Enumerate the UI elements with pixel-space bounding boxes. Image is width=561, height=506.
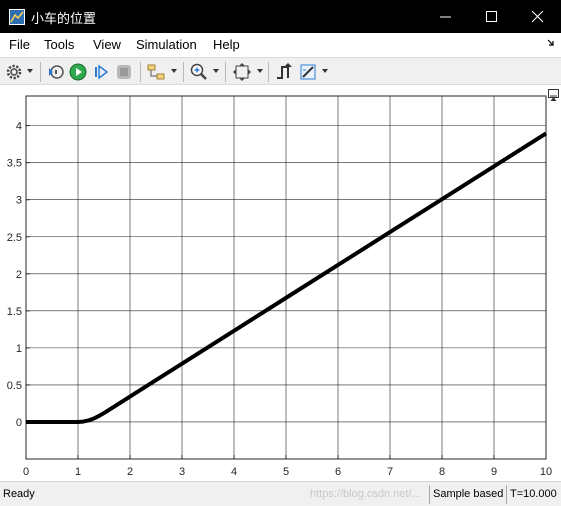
minimize-button[interactable] (423, 0, 469, 33)
y-tick-label: 1.5 (7, 306, 22, 318)
x-tick-label: 5 (283, 466, 289, 478)
highlight-dropdown-icon[interactable] (171, 69, 177, 73)
settings-dropdown-icon[interactable] (27, 69, 33, 73)
toolbar-separator (225, 62, 226, 82)
scope-plot-area: 0 1 2 3 4 5 6 7 8 9 10 0 0.5 1 1.5 2 2.5 3 3.5 4 (0, 86, 561, 481)
stop-icon[interactable] (114, 62, 134, 82)
toolbar-separator (268, 62, 269, 82)
window-title: 小车的位置 (31, 12, 97, 27)
y-tick-label: 1 (16, 343, 22, 355)
menu-file[interactable]: File (9, 37, 30, 52)
x-tick-label: 9 (491, 466, 497, 478)
maximize-icon (486, 11, 497, 22)
x-tick-label: 7 (387, 466, 393, 478)
settings-icon[interactable] (4, 62, 24, 82)
menu-bar: File Tools View Simulation Help (0, 33, 561, 57)
x-tick-label: 4 (231, 466, 237, 478)
y-tick-label: 2.5 (7, 232, 22, 244)
zoom-in-icon[interactable] (189, 62, 209, 82)
zoom-dropdown-icon[interactable] (213, 69, 219, 73)
menu-tools[interactable]: Tools (44, 37, 74, 52)
measurements-dropdown-icon[interactable] (322, 69, 328, 73)
watermark-text: https://blog.csdn.net/... (310, 488, 421, 500)
dock-arrow-icon[interactable] (547, 39, 555, 47)
toolbar (0, 57, 561, 85)
y-tick-label: 2 (16, 269, 22, 281)
triggers-icon[interactable] (274, 62, 294, 82)
x-tick-label: 0 (23, 466, 29, 478)
y-tick-label: 3 (16, 195, 22, 207)
x-tick-label: 1 (75, 466, 81, 478)
toolbar-separator (183, 62, 184, 82)
scope-chart[interactable]: 0 1 2 3 4 5 6 7 8 9 10 0 0.5 1 1.5 2 2.5 3 3.5 4 (0, 86, 561, 481)
menu-view[interactable]: View (93, 37, 121, 52)
status-sample-mode: Sample based (429, 485, 503, 504)
highlight-simulink-block-icon[interactable] (146, 62, 166, 82)
toolbar-separator (40, 62, 41, 82)
close-button[interactable] (515, 0, 561, 33)
maximize-button[interactable] (469, 0, 515, 33)
autoscale-dropdown-icon[interactable] (257, 69, 263, 73)
menu-help[interactable]: Help (213, 37, 240, 52)
step-back-icon[interactable] (46, 62, 66, 82)
measurements-icon[interactable] (298, 62, 318, 82)
status-bar: Ready https://blog.csdn.net/... Sample b… (0, 481, 561, 506)
expand-icon (550, 95, 557, 101)
menu-simulation[interactable]: Simulation (136, 37, 197, 52)
run-icon[interactable] (68, 62, 88, 82)
close-icon (532, 11, 544, 23)
x-tick-label: 6 (335, 466, 341, 478)
status-time: T=10.000 (506, 485, 557, 504)
x-tick-label: 10 (540, 466, 552, 478)
autoscale-icon[interactable] (232, 62, 252, 82)
undock-legend-button[interactable] (548, 89, 559, 101)
x-tick-label: 8 (439, 466, 445, 478)
toolbar-separator (140, 62, 141, 82)
step-forward-icon[interactable] (91, 62, 111, 82)
matlab-scope-icon (9, 9, 25, 25)
x-tick-label: 3 (179, 466, 185, 478)
x-tick-label: 2 (127, 466, 133, 478)
y-tick-label: 4 (16, 121, 22, 133)
minimize-icon (440, 16, 451, 18)
title-bar: 小车的位置 (0, 0, 561, 33)
y-tick-label: 0 (16, 417, 22, 429)
status-ready-text: Ready (3, 488, 35, 500)
y-tick-label: 0.5 (7, 380, 22, 392)
y-tick-label: 3.5 (7, 158, 22, 170)
